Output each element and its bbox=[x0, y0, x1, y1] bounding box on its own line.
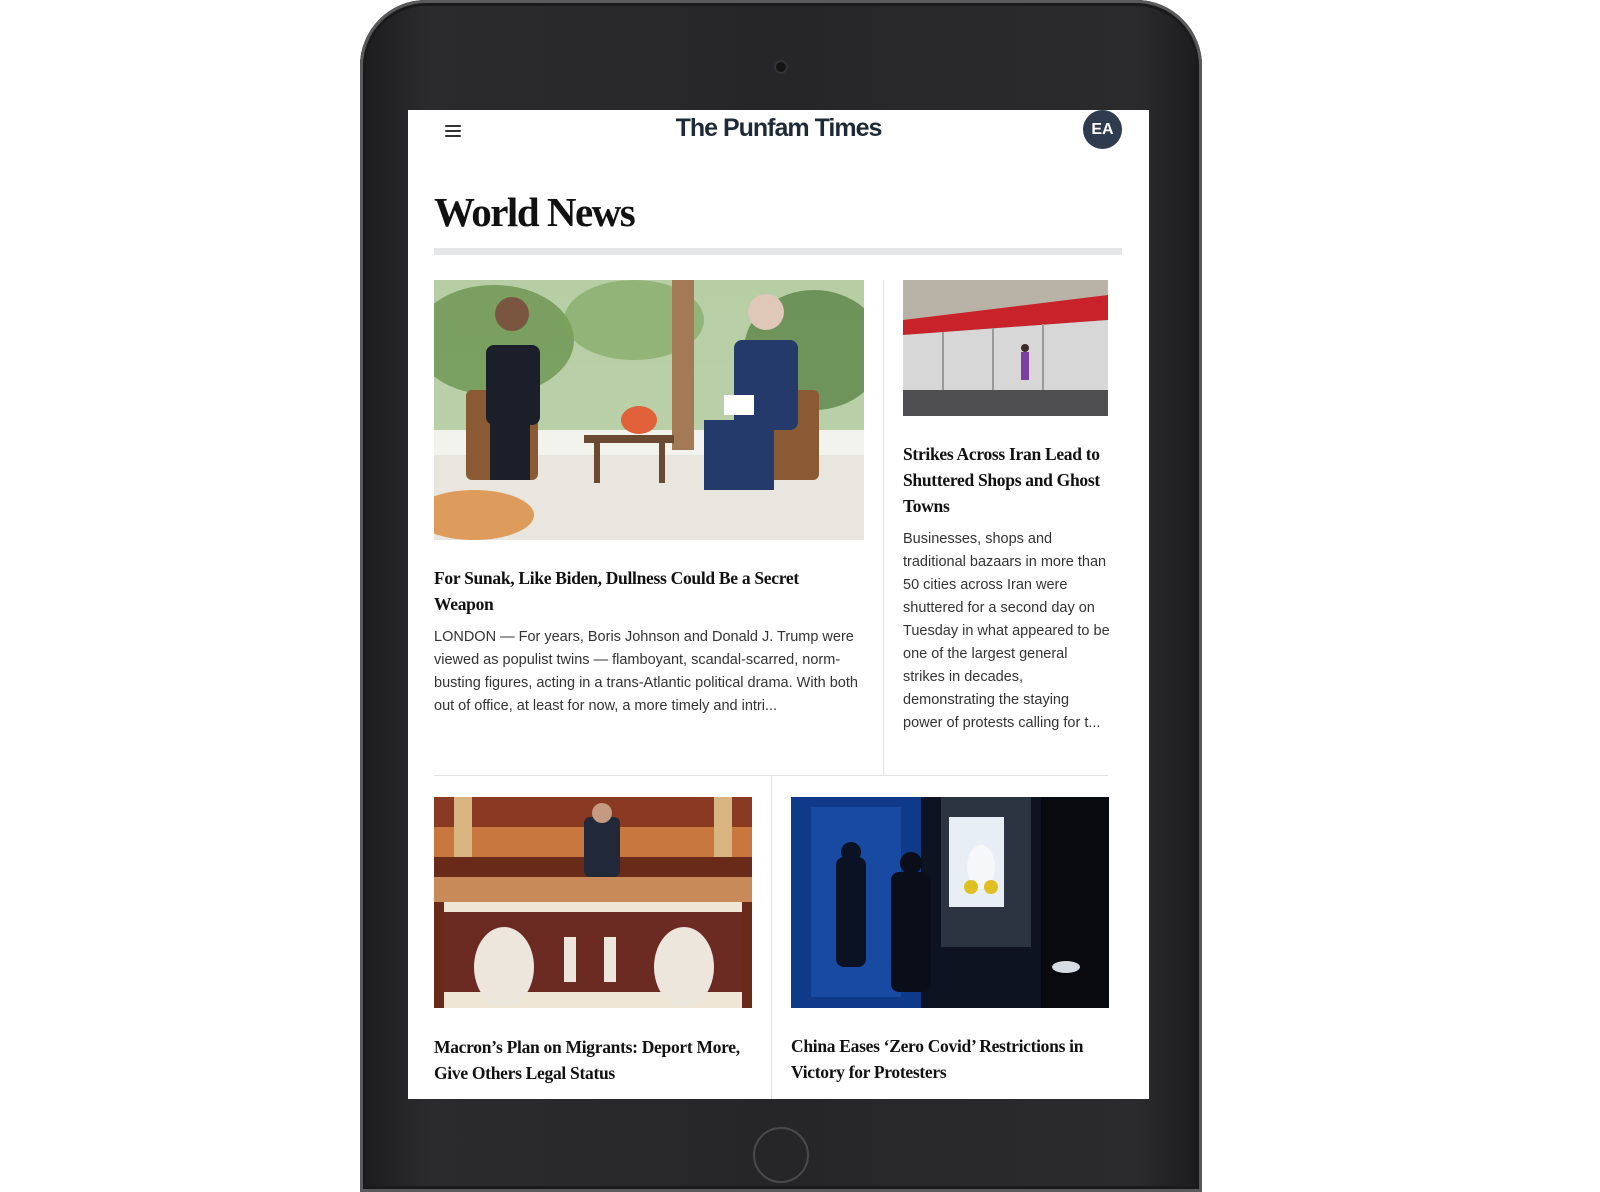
top-bar: The Punfam Times EA bbox=[408, 110, 1149, 150]
user-avatar[interactable]: EA bbox=[1083, 110, 1122, 149]
screen: The Punfam Times EA World News For Sunak… bbox=[408, 110, 1149, 1099]
home-button[interactable] bbox=[753, 1127, 809, 1183]
photo-shuttered-shops bbox=[903, 280, 1108, 416]
story-headline[interactable]: China Eases ‘Zero Covid’ Restrictions in… bbox=[791, 1033, 1111, 1085]
photo-night-testing-booth bbox=[791, 797, 1109, 1008]
story-image-iran-strike[interactable] bbox=[903, 280, 1108, 416]
photo-two-leaders-seated bbox=[434, 280, 864, 540]
story-headline[interactable]: Macron’s Plan on Migrants: Deport More, … bbox=[434, 1034, 754, 1086]
front-camera bbox=[774, 60, 788, 74]
story-headline[interactable]: For Sunak, Like Biden, Dullness Could Be… bbox=[434, 565, 854, 617]
story-image-china-covid[interactable] bbox=[791, 797, 1109, 1008]
photo-parliament-speaker bbox=[434, 797, 752, 1008]
section-title: World News bbox=[434, 189, 636, 235]
story-summary: Businesses, shops and traditional bazaar… bbox=[903, 531, 1110, 731]
story-image-sunak-biden[interactable] bbox=[434, 280, 864, 540]
section-divider bbox=[434, 248, 1122, 255]
column-divider bbox=[883, 280, 884, 776]
story-image-macron[interactable] bbox=[434, 797, 752, 1008]
story-headline[interactable]: Strikes Across Iran Lead to Shuttered Sh… bbox=[903, 441, 1108, 519]
column-divider bbox=[771, 775, 772, 1099]
story-summary: LONDON — For years, Boris Johnson and Do… bbox=[434, 629, 858, 714]
site-title[interactable]: The Punfam Times bbox=[408, 114, 1149, 143]
